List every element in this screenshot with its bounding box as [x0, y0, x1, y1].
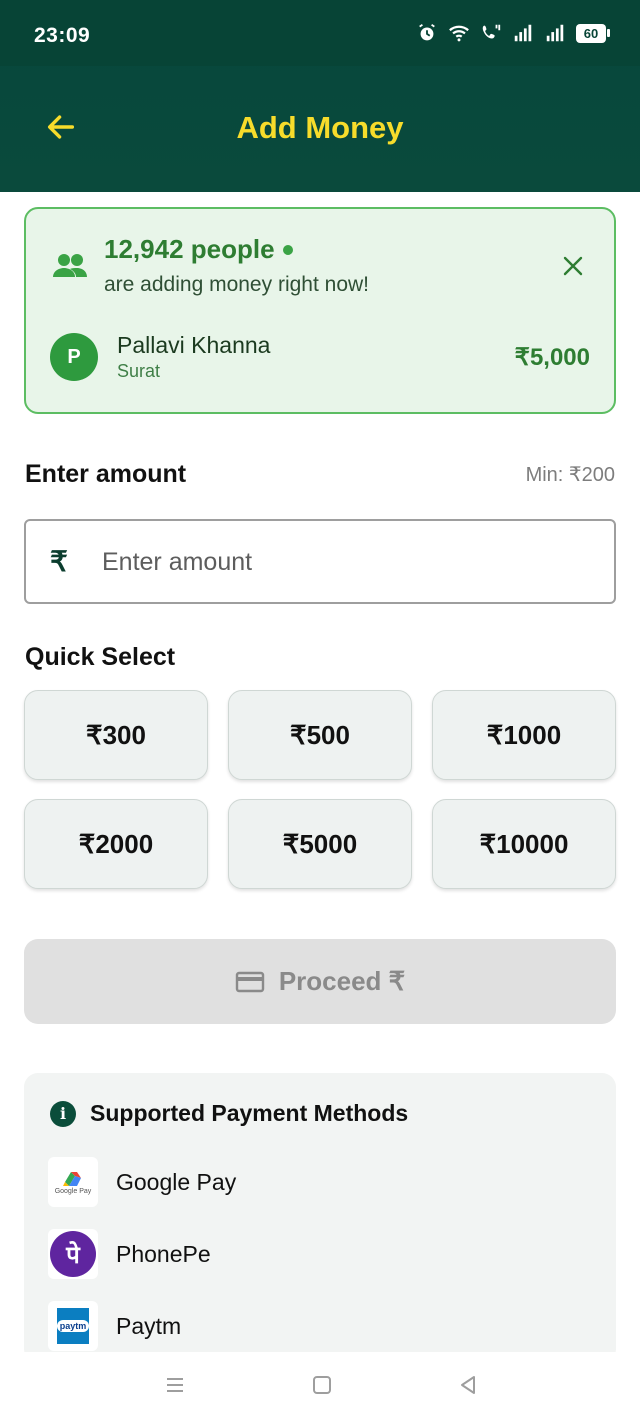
payer-name: Pallavi Khanna: [117, 332, 271, 358]
google-pay-icon: Google Pay: [48, 1157, 98, 1207]
quick-amount-1000-button[interactable]: ₹1000: [432, 690, 616, 780]
google-pay-logo-text: Google Pay: [54, 1187, 92, 1195]
quick-select-grid: ₹300 ₹500 ₹1000 ₹2000 ₹5000 ₹10000: [24, 690, 616, 889]
alarm-icon: [419, 23, 435, 41]
live-activity-card: 12,942 people are adding money right now…: [24, 207, 616, 414]
enter-amount-label: Enter amount: [25, 460, 187, 488]
rupee-icon: ₹: [50, 546, 68, 577]
info-icon: i: [50, 1100, 76, 1127]
live-count-text: 12,942 people: [104, 234, 275, 264]
battery-level: 60: [576, 23, 606, 43]
status-icons: 60: [416, 22, 610, 44]
method-google-pay: Google Pay Google Pay: [48, 1157, 236, 1207]
credit-card-icon: [235, 971, 265, 992]
live-dot-icon: [282, 244, 293, 255]
signal-icon: [514, 24, 532, 42]
payer-amount: ₹5,000: [514, 344, 590, 371]
payer-city: Surat: [117, 361, 161, 381]
app-header: 23:09 60 Add Money: [0, 0, 640, 192]
system-nav-bar: [0, 1352, 640, 1418]
method-label: Google Pay: [116, 1168, 237, 1195]
avatar: P: [50, 333, 98, 381]
proceed-label: Proceed ₹: [278, 966, 406, 996]
live-subtitle: are adding money right now!: [104, 273, 369, 296]
volte-call-icon: [482, 24, 501, 39]
phonepe-icon: पे: [48, 1229, 98, 1279]
method-paytm: paytm Paytm: [48, 1301, 181, 1351]
paytm-icon: paytm: [48, 1301, 98, 1351]
wifi-icon: [449, 25, 469, 42]
live-count: 12,942 people: [104, 234, 293, 265]
method-phonepe: पे PhonePe: [48, 1229, 211, 1279]
phonepe-logo-mark: पे: [50, 1231, 96, 1277]
paytm-logo-band: paytm: [56, 1308, 90, 1344]
status-time: 23:09: [34, 24, 91, 47]
google-pay-mark: [63, 1171, 81, 1186]
close-icon[interactable]: [562, 255, 584, 277]
recents-menu-icon[interactable]: [162, 1372, 188, 1398]
quick-select-label: Quick Select: [25, 643, 176, 671]
battery-tip: [607, 29, 610, 37]
quick-amount-5000-button[interactable]: ₹5000: [228, 799, 412, 889]
signal-icon-2: [546, 24, 564, 42]
method-label: Paytm: [116, 1312, 182, 1339]
quick-amount-300-button[interactable]: ₹300: [24, 690, 208, 780]
amount-field[interactable]: ₹: [24, 519, 616, 604]
page-title: Add Money: [236, 110, 404, 145]
method-label: PhonePe: [116, 1240, 211, 1267]
payment-methods-panel: i Supported Payment Methods Google Pay G…: [24, 1073, 616, 1363]
people-icon: [53, 254, 87, 277]
amount-input[interactable]: [102, 537, 582, 587]
paytm-logo-text: paytm: [56, 1320, 90, 1332]
payment-methods-header: i Supported Payment Methods: [50, 1100, 408, 1127]
battery-indicator: 60: [576, 23, 610, 43]
quick-amount-10000-button[interactable]: ₹10000: [432, 799, 616, 889]
home-square-icon[interactable]: [309, 1372, 335, 1398]
back-triangle-icon[interactable]: [455, 1372, 481, 1398]
quick-amount-500-button[interactable]: ₹500: [228, 690, 412, 780]
quick-amount-2000-button[interactable]: ₹2000: [24, 799, 208, 889]
min-amount-text: Min: ₹200: [525, 464, 615, 486]
proceed-button[interactable]: Proceed ₹: [24, 939, 616, 1024]
payment-methods-title: Supported Payment Methods: [90, 1100, 409, 1126]
status-bar: 23:09 60: [0, 0, 640, 66]
